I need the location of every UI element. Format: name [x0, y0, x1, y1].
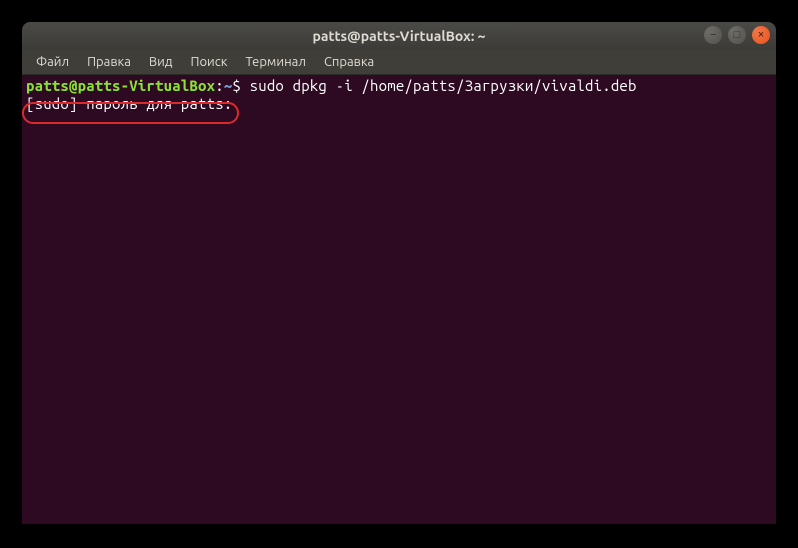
menu-file[interactable]: Файл — [28, 53, 77, 71]
window-controls: − □ × — [704, 26, 770, 44]
menu-help[interactable]: Справка — [316, 53, 382, 71]
menu-terminal[interactable]: Терминал — [237, 53, 313, 71]
terminal-window: patts@patts-VirtualBox: ~ − □ × Файл Пра… — [22, 22, 776, 524]
terminal-body[interactable]: patts@patts-VirtualBox:~$ sudo dpkg -i /… — [22, 75, 776, 524]
prompt-colon: : — [215, 77, 224, 94]
menu-edit[interactable]: Правка — [79, 53, 139, 71]
maximize-icon: □ — [734, 29, 741, 41]
close-icon: × — [758, 29, 764, 41]
window-title: patts@patts-VirtualBox: ~ — [313, 28, 486, 44]
menu-search[interactable]: Поиск — [182, 53, 235, 71]
minimize-button[interactable]: − — [704, 26, 722, 44]
prompt-dollar: $ — [232, 77, 241, 94]
menubar: Файл Правка Вид Поиск Терминал Справка — [22, 50, 776, 75]
minimize-icon: − — [710, 29, 716, 41]
titlebar[interactable]: patts@patts-VirtualBox: ~ − □ × — [22, 22, 776, 50]
prompt-userhost: patts@patts-VirtualBox — [26, 77, 215, 94]
command-text: sudo dpkg -i /home/patts/Загрузки/vivald… — [241, 77, 637, 94]
terminal-line-2: [sudo] пароль для patts: — [26, 95, 772, 113]
maximize-button[interactable]: □ — [728, 26, 746, 44]
menu-view[interactable]: Вид — [141, 53, 181, 71]
sudo-prompt: [sudo] пароль для patts: — [26, 95, 241, 112]
terminal-line-1: patts@patts-VirtualBox:~$ sudo dpkg -i /… — [26, 77, 772, 95]
close-button[interactable]: × — [752, 26, 770, 44]
